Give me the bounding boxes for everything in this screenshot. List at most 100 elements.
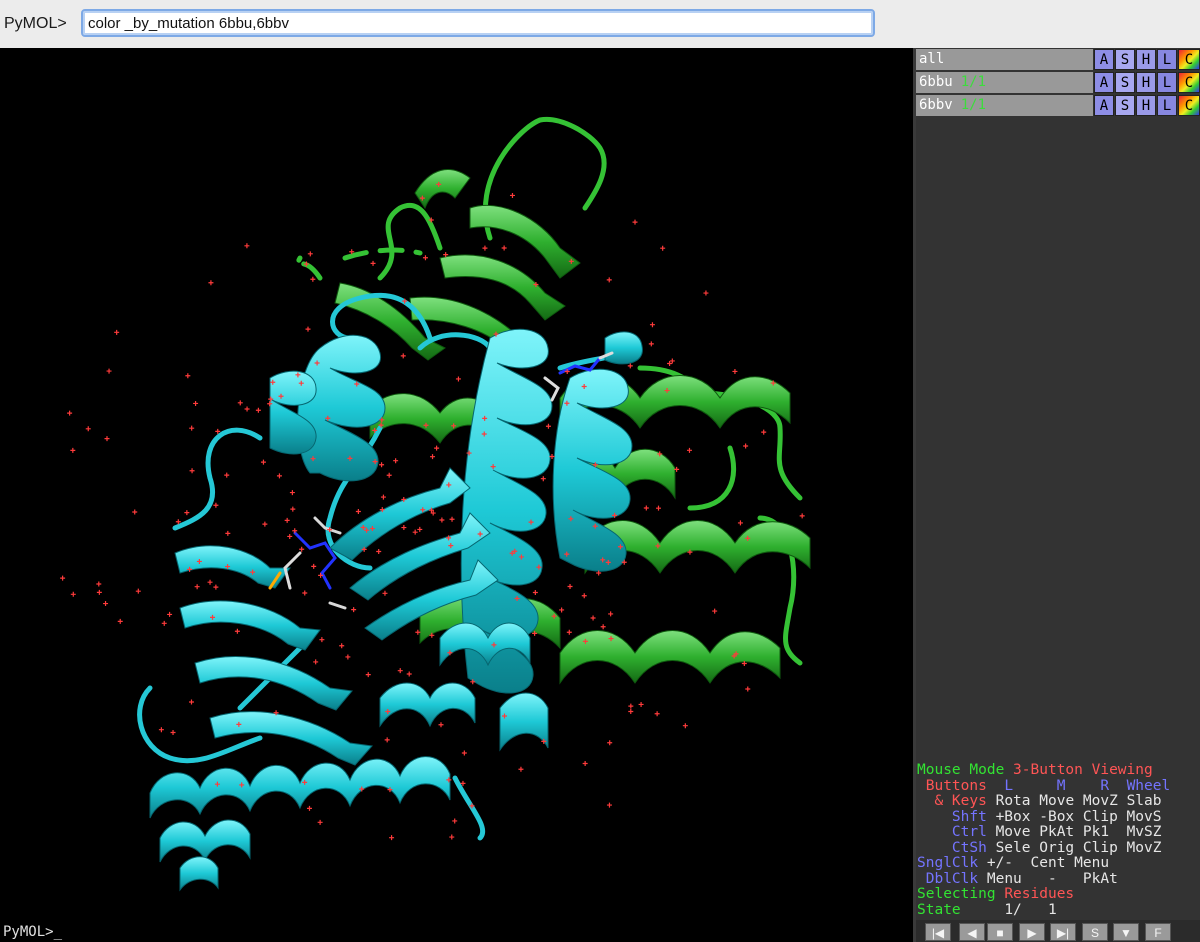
object-name[interactable]: 6bbv 1/1 [916,95,1093,116]
water-mark [306,805,312,811]
state-value: 1/ 1 [1004,901,1057,918]
water-mark [302,590,308,596]
binding: -Box [1039,808,1075,825]
hide-button[interactable]: H [1136,95,1156,116]
water-mark [501,245,507,251]
water-mark [434,445,440,451]
water-mark [355,509,361,515]
water-mark [370,260,376,266]
water-mark [389,835,395,841]
action-button[interactable]: A [1094,49,1114,70]
water-mark [244,243,250,249]
command-input[interactable] [81,9,875,37]
water-mark [606,277,612,283]
binding: Move [1039,793,1075,809]
play-button[interactable]: ▶ [1019,923,1045,941]
water-mark [745,686,751,692]
binding: +Box [995,808,1031,825]
water-mark [237,400,243,406]
water-mark [397,668,403,674]
water-mark [287,533,293,539]
object-row-6bbv[interactable]: 6bbv 1/1 A S H L C [916,95,1200,117]
label-button[interactable]: L [1157,49,1177,70]
selecting-label: Selecting [917,886,996,902]
object-row-6bbu[interactable]: 6bbu 1/1 A S H L C [916,72,1200,94]
last-frame-button[interactable]: S [1082,923,1108,941]
binding: Clip [1082,808,1118,825]
object-name[interactable]: 6bbu 1/1 [916,72,1093,93]
selecting-value[interactable]: Residues [1004,886,1074,902]
stop-button[interactable]: ■ [987,923,1013,941]
water-mark [158,727,164,733]
action-button[interactable]: A [1094,95,1114,116]
scene-button[interactable]: ▼ [1113,923,1139,941]
water-mark [509,192,515,198]
mouse-mode-label: Mouse Mode [917,762,1005,778]
water-mark [417,526,423,532]
water-mark [185,373,191,379]
molecular-viewer[interactable] [0,48,913,922]
water-mark [114,329,120,335]
water-mark [737,520,743,526]
water-mark [379,462,385,468]
binding: Clip [1082,839,1118,856]
next-frame-button[interactable]: ▶| [1050,923,1076,941]
show-button[interactable]: S [1115,72,1135,93]
water-mark [193,400,199,406]
water-mark [439,517,445,523]
mouse-mode-help[interactable]: Mouse Mode 3-Button Viewing Buttons L M … [917,762,1200,918]
water-mark [567,583,573,589]
water-mark [799,513,805,519]
action-button[interactable]: A [1094,72,1114,93]
key-label: Shft [951,808,987,825]
binding: Move [995,824,1031,840]
color-button[interactable]: C [1178,49,1200,70]
first-frame-button[interactable]: |◀ [925,923,951,941]
water-mark [532,590,538,596]
console-prompt[interactable]: PyMOL>_ [0,922,913,942]
hide-button[interactable]: H [1136,72,1156,93]
water-mark [224,472,230,478]
water-mark [96,589,102,595]
water-mark [188,699,194,705]
object-row-all[interactable]: all A S H L C [916,49,1200,71]
water-mark [606,802,612,808]
key-label: & Keys [934,793,987,809]
show-button[interactable]: S [1115,49,1135,70]
water-mark [317,819,323,825]
water-mark [260,459,266,465]
object-name[interactable]: all [916,49,1093,70]
water-mark [70,447,76,453]
water-mark [686,447,692,453]
hide-button[interactable]: H [1136,49,1156,70]
mouse-mode-value[interactable]: 3-Button Viewing [1013,762,1153,778]
water-mark [382,590,388,596]
state-label: State [917,901,961,918]
water-mark [255,407,261,413]
binding: MovS [1126,808,1162,825]
water-mark [559,607,565,613]
label-button[interactable]: L [1157,95,1177,116]
key-label: Ctrl [951,824,987,840]
binding: Pk1 [1082,824,1110,840]
previous-frame-button[interactable]: ◀ [959,923,985,941]
binding: PkAt [1039,824,1075,840]
dropdown-button[interactable]: F [1145,923,1171,941]
water-mark [60,575,66,581]
water-mark [376,548,382,554]
color-button[interactable]: C [1178,72,1200,93]
water-mark [406,671,412,677]
water-mark [540,476,546,482]
color-button[interactable]: C [1178,95,1200,116]
water-mark [189,425,195,431]
water-mark [85,426,91,432]
col-wheel: Wheel [1126,777,1171,794]
water-mark [518,766,524,772]
water-mark [566,629,572,635]
label-button[interactable]: L [1157,72,1177,93]
show-button[interactable]: S [1115,95,1135,116]
water-mark [244,406,250,412]
water-mark [660,245,666,251]
water-mark [422,255,428,261]
col-m: M [1056,777,1066,794]
